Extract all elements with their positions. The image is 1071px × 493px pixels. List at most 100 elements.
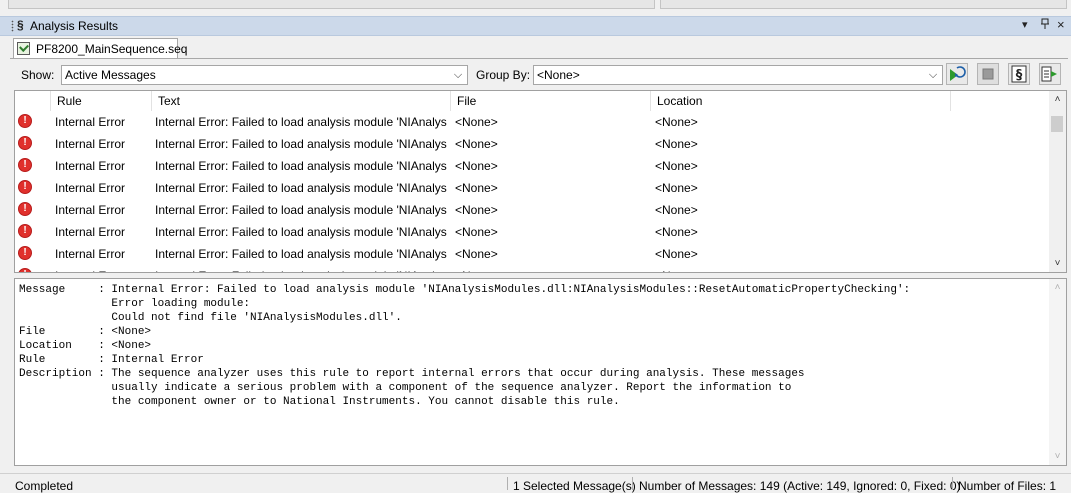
status-bar: Completed 1 Selected Message(s) Number o… [0, 473, 1071, 493]
error-circle-icon: ! [18, 180, 32, 194]
detail-scrollbar[interactable]: ˄ ˅ [1049, 279, 1066, 465]
status-separator [952, 477, 953, 490]
analyzer-button[interactable]: § [1008, 63, 1030, 85]
scroll-thumb[interactable] [1051, 116, 1063, 132]
table-row[interactable]: ! Internal Error Internal Error: Failed to… [15, 177, 1050, 199]
cell-text: Internal Error: Failed to load analysis … [155, 159, 447, 173]
scroll-up-icon[interactable]: ˄ [1049, 279, 1066, 296]
svg-text:§: § [1016, 68, 1023, 83]
table-row[interactable]: ! Internal Error Internal Error: Failed to… [15, 265, 1050, 272]
status-separator [507, 477, 508, 490]
column-header-location[interactable]: Location [651, 91, 951, 111]
cell-rule: Internal Error [55, 181, 126, 195]
message-detail-pane[interactable]: Message : Internal Error: Failed to load… [14, 278, 1067, 466]
scroll-up-icon[interactable]: ˄ [1049, 91, 1066, 108]
cell-text: Internal Error: Failed to load analysis … [155, 225, 447, 239]
scroll-down-icon[interactable]: ˅ [1049, 448, 1066, 465]
upper-panes-strip [0, 0, 1071, 17]
chevron-down-icon[interactable]: ⌵ [451, 67, 465, 83]
show-select[interactable]: Active Messages ⌵ [61, 65, 468, 85]
analysis-icon: § [17, 18, 24, 32]
column-header-icon[interactable] [15, 91, 51, 111]
group-by-label: Group By: [476, 68, 531, 82]
cell-location: <None> [655, 159, 698, 173]
error-circle-icon: ! [18, 246, 32, 260]
tab-document[interactable]: PF8200_MainSequence.seq [13, 38, 187, 59]
stop-analysis-button[interactable] [977, 63, 999, 85]
table-row[interactable]: ! Internal Error Internal Error: Failed to… [15, 155, 1050, 177]
panel-dropdown-icon[interactable]: ▾ [1022, 18, 1028, 31]
status-file-count: Number of Files: 1 [958, 479, 1057, 493]
cell-location: <None> [655, 203, 698, 217]
cell-file: <None> [455, 225, 498, 239]
tab-divider [10, 58, 1068, 59]
stop-analysis-icon [982, 68, 994, 80]
status-message-count: Number of Messages: 149 (Active: 149, Ig… [639, 479, 961, 493]
start-analysis-icon [950, 66, 966, 81]
message-detail-text: Message : Internal Error: Failed to load… [19, 284, 911, 408]
scroll-down-icon[interactable]: ˅ [1049, 255, 1066, 272]
sequence-file-icon [17, 42, 30, 55]
column-header-file[interactable]: File [451, 91, 651, 111]
cell-file: <None> [455, 269, 645, 272]
cell-text: Internal Error: Failed to load analysis … [155, 247, 447, 261]
cell-rule: Internal Error [55, 115, 126, 129]
show-label: Show: [21, 68, 55, 82]
drag-grip-icon[interactable] [11, 20, 14, 32]
pin-icon[interactable] [1040, 18, 1050, 33]
panel-title: Analysis Results [30, 19, 119, 33]
status-selected-count: 1 Selected Message(s) [513, 479, 636, 493]
group-by-select-value: <None> [537, 68, 580, 82]
table-row[interactable]: ! Internal Error Internal Error: Failed to… [15, 243, 1050, 265]
cell-rule: Internal Error [55, 159, 126, 173]
cell-text: Internal Error: Failed to load analysis … [155, 137, 447, 151]
table-row[interactable]: ! Internal Error Internal Error: Failed to… [15, 221, 1050, 243]
error-circle-icon: ! [18, 136, 32, 150]
status-separator [632, 477, 633, 490]
tab-document-label: PF8200_MainSequence.seq [36, 42, 188, 56]
column-header-rule[interactable]: Rule [51, 91, 152, 111]
cell-text: Internal Error: Failed to load analysis … [155, 269, 447, 272]
cell-rule: Internal Error [55, 137, 126, 151]
cell-file: <None> [455, 247, 498, 261]
next-message-button[interactable] [1039, 63, 1061, 85]
error-circle-icon: ! [18, 224, 32, 238]
cell-rule: Internal Error [55, 203, 126, 217]
error-circle-icon: ! [18, 114, 32, 128]
column-header-text[interactable]: Text [152, 91, 451, 111]
cell-location: <None> [655, 247, 698, 261]
start-analysis-button[interactable] [946, 63, 968, 85]
cell-file: <None> [455, 137, 498, 151]
panel-title-bar[interactable]: § Analysis Results ▾ × [0, 16, 1071, 36]
status-state: Completed [15, 479, 74, 493]
table-row[interactable]: ! Internal Error Internal Error: Failed to… [15, 133, 1050, 155]
list-scrollbar[interactable]: ˄ ˅ [1049, 91, 1066, 272]
cell-location: <None> [655, 181, 698, 195]
cell-file: <None> [455, 115, 498, 129]
cell-text: Internal Error: Failed to load analysis … [155, 115, 447, 129]
cell-rule: Internal Error [55, 269, 150, 272]
table-row[interactable]: ! Internal Error Internal Error: Failed to… [15, 111, 1050, 133]
cell-location: <None> [655, 269, 945, 272]
cell-text: Internal Error: Failed to load analysis … [155, 181, 447, 195]
cell-rule: Internal Error [55, 225, 126, 239]
cell-location: <None> [655, 115, 698, 129]
group-by-select[interactable]: <None> ⌵ [533, 65, 943, 85]
results-list[interactable]: Rule Text File Location ! Internal Error I… [14, 90, 1067, 273]
cell-location: <None> [655, 225, 698, 239]
show-select-value: Active Messages [65, 68, 156, 82]
cell-file: <None> [455, 159, 498, 173]
cell-text: Internal Error: Failed to load analysis … [155, 203, 447, 217]
upper-pane-right [660, 0, 1067, 9]
analyzer-icon: § [1011, 65, 1027, 83]
next-message-icon [1041, 66, 1057, 82]
chevron-down-icon[interactable]: ⌵ [926, 67, 940, 83]
cell-rule: Internal Error [55, 247, 126, 261]
error-circle-icon: ! [18, 268, 32, 272]
table-row[interactable]: ! Internal Error Internal Error: Failed to… [15, 199, 1050, 221]
close-icon[interactable]: × [1057, 17, 1065, 32]
upper-pane-left [8, 0, 655, 9]
error-circle-icon: ! [18, 202, 32, 216]
list-header: Rule Text File Location [15, 91, 1050, 111]
cell-file: <None> [455, 181, 498, 195]
